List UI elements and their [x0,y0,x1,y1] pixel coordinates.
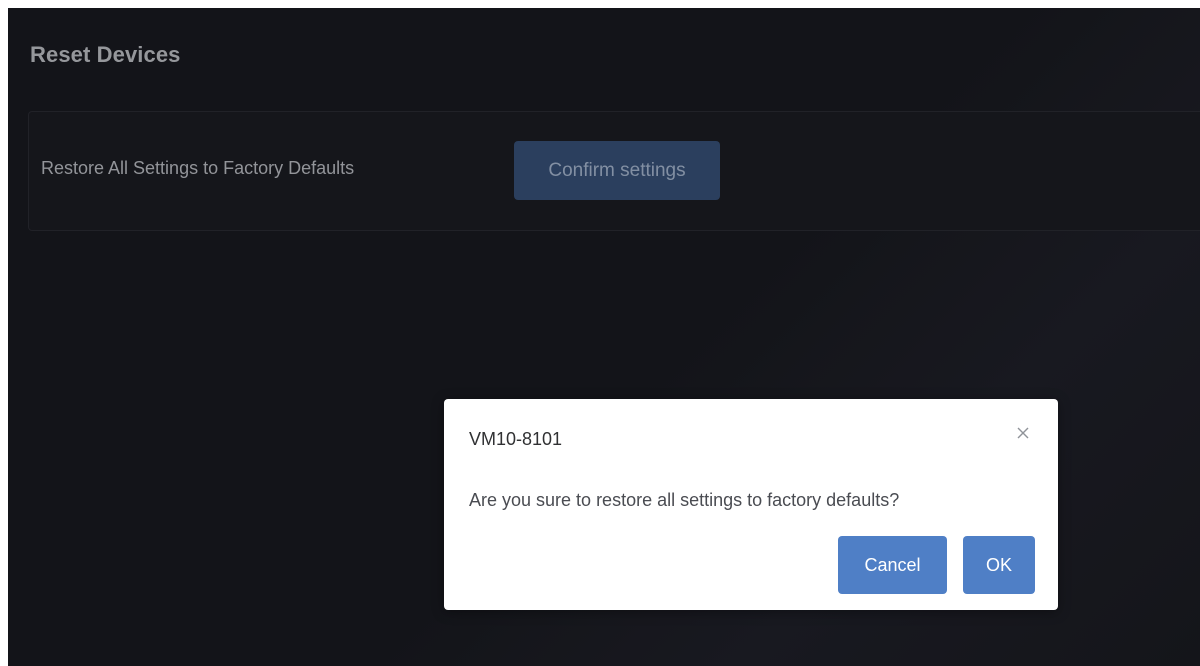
page-title: Reset Devices [30,42,181,67]
dialog-footer: Cancel OK [838,536,1035,594]
restore-defaults-label: Restore All Settings to Factory Defaults [41,158,355,178]
dialog-message: Are you sure to restore all settings to … [469,490,900,510]
cancel-button[interactable]: Cancel [838,536,947,594]
close-icon[interactable] [1014,424,1032,442]
dialog-title: VM10-8101 [469,429,563,449]
confirm-dialog: VM10-8101 Are you sure to restore all se… [444,399,1058,610]
ok-button[interactable]: OK [963,536,1035,594]
confirm-settings-button[interactable]: Confirm settings [514,141,720,200]
